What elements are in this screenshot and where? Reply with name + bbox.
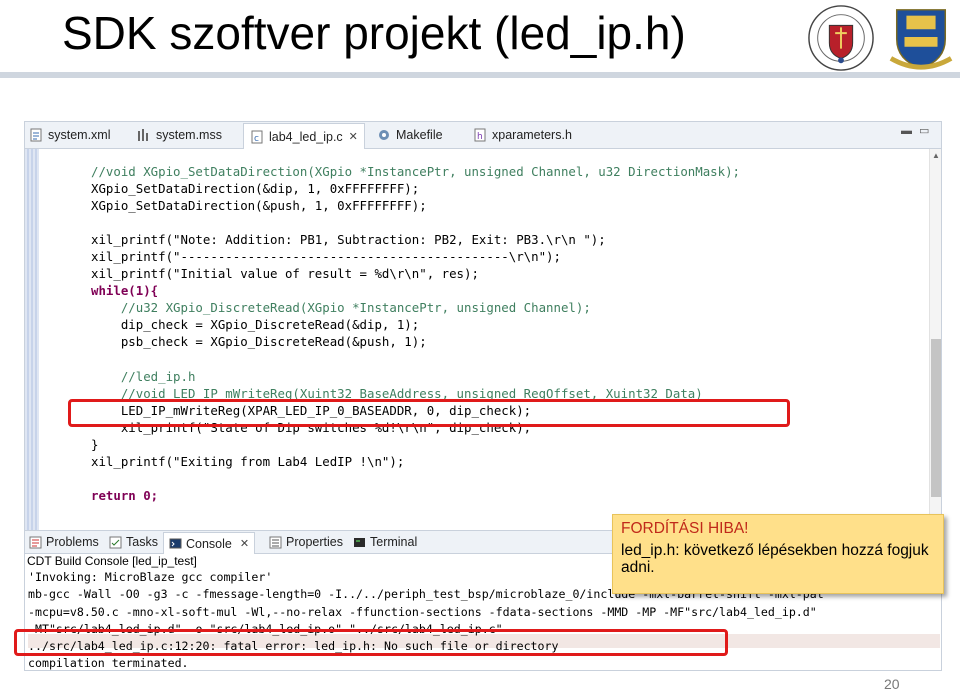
h-file-icon: h xyxy=(474,128,486,142)
code-line: xil_printf("----------------------------… xyxy=(91,249,561,265)
code-editor[interactable]: //void XGpio_SetDataDirection(XGpio *Ins… xyxy=(91,163,740,504)
svg-text:c: c xyxy=(254,134,259,144)
code-line: psb_check = XGpio_DiscreteRead(&push, 1)… xyxy=(91,334,427,350)
error-highlight-box xyxy=(14,629,728,656)
code-line: dip_check = XGpio_DiscreteRead(&dip, 1); xyxy=(91,317,420,333)
code-line: //u32 XGpio_DiscreteRead(XGpio *Instance… xyxy=(91,300,591,316)
code-line: return 0; xyxy=(91,487,159,503)
tab-label: system.mss xyxy=(156,128,222,142)
scrollbar-thumb[interactable] xyxy=(931,339,941,497)
tab-label: Tasks xyxy=(126,535,158,549)
tab-system-mss[interactable]: system.mss xyxy=(137,124,222,146)
xml-file-icon xyxy=(30,128,42,142)
code-line: XGpio_SetDataDirection(&push, 1, 0xFFFFF… xyxy=(91,198,427,214)
close-tab-icon[interactable]: ✕ xyxy=(349,130,358,143)
console-icon xyxy=(169,538,182,549)
close-tab-icon[interactable]: ✕ xyxy=(240,537,249,550)
university-seal-logo xyxy=(808,5,874,71)
tab-label: Console xyxy=(186,536,232,551)
tab-label: Problems xyxy=(46,535,99,549)
tab-xparameters-h[interactable]: h xparameters.h xyxy=(473,124,572,146)
page-number: 20 xyxy=(884,676,900,692)
editor-gutter xyxy=(25,149,39,530)
code-line: while(1){ xyxy=(91,283,159,299)
editor-tab-bar: system.xml system.mss c lab4_led_ip.c ✕ … xyxy=(25,122,941,149)
tab-lab4-led-ip-c[interactable]: c lab4_led_ip.c ✕ xyxy=(243,123,365,149)
callout-heading: FORDÍTÁSI HIBA! xyxy=(621,520,749,537)
mss-file-icon xyxy=(138,129,148,141)
tab-makefile[interactable]: Makefile xyxy=(377,124,443,146)
tab-console[interactable]: Console ✕ xyxy=(163,532,256,554)
tab-system-xml[interactable]: system.xml xyxy=(29,124,111,146)
tab-label: Properties xyxy=(286,535,343,549)
makefile-icon xyxy=(379,130,389,140)
scroll-up-icon[interactable]: ▲ xyxy=(932,151,940,160)
code-line: xil_printf("Exiting from Lab4 LedIP !\n"… xyxy=(91,453,405,469)
tab-label: system.xml xyxy=(48,128,111,142)
code-highlight-box xyxy=(68,399,790,427)
console-line: compilation terminated. xyxy=(28,656,189,671)
code-line: XGpio_SetDataDirection(&dip, 1, 0xFFFFFF… xyxy=(91,181,420,197)
title-divider xyxy=(0,72,960,78)
console-line: -mcpu=v8.50.c -mno-xl-soft-mul -Wl,--no-… xyxy=(28,604,817,619)
tab-terminal[interactable]: Terminal xyxy=(353,533,417,551)
tab-label: Terminal xyxy=(370,535,418,549)
terminal-icon xyxy=(354,537,365,547)
problems-icon xyxy=(29,536,42,548)
slide-title: SDK szoftver projekt (led_ip.h) xyxy=(62,7,686,59)
error-callout: FORDÍTÁSI HIBA! led_ip.h: következő lépé… xyxy=(612,514,944,594)
editor-scrollbar[interactable]: ▲ ▼ xyxy=(929,149,941,530)
c-file-icon: c xyxy=(251,130,263,144)
pannon-university-logo xyxy=(889,9,953,70)
tab-label: xparameters.h xyxy=(492,128,572,142)
tab-properties[interactable]: Properties xyxy=(269,533,343,551)
tab-label: Makefile xyxy=(396,128,443,142)
code-line: xil_printf("Note: Addition: PB1, Subtrac… xyxy=(91,232,606,248)
code-line: } xyxy=(91,436,99,452)
minimize-icon[interactable]: ▬ xyxy=(901,126,913,137)
properties-icon xyxy=(269,536,282,548)
tab-tasks[interactable]: Tasks xyxy=(109,533,158,551)
tab-label: lab4_led_ip.c xyxy=(269,129,343,144)
code-line: //led_ip.h xyxy=(91,368,196,384)
svg-text:h: h xyxy=(477,132,483,142)
callout-text: led_ip.h: következő lépésekben hozzá fog… xyxy=(621,542,929,576)
console-title: CDT Build Console [led_ip_test] xyxy=(27,554,197,568)
tab-problems[interactable]: Problems xyxy=(29,533,99,551)
code-line: xil_printf("Initial value of result = %d… xyxy=(91,266,479,282)
console-line: 'Invoking: MicroBlaze gcc compiler' xyxy=(28,570,273,584)
code-line: //void XGpio_SetDataDirection(XGpio *Ins… xyxy=(91,164,741,179)
tasks-icon xyxy=(109,536,122,548)
maximize-icon[interactable]: ▭ xyxy=(919,126,931,137)
